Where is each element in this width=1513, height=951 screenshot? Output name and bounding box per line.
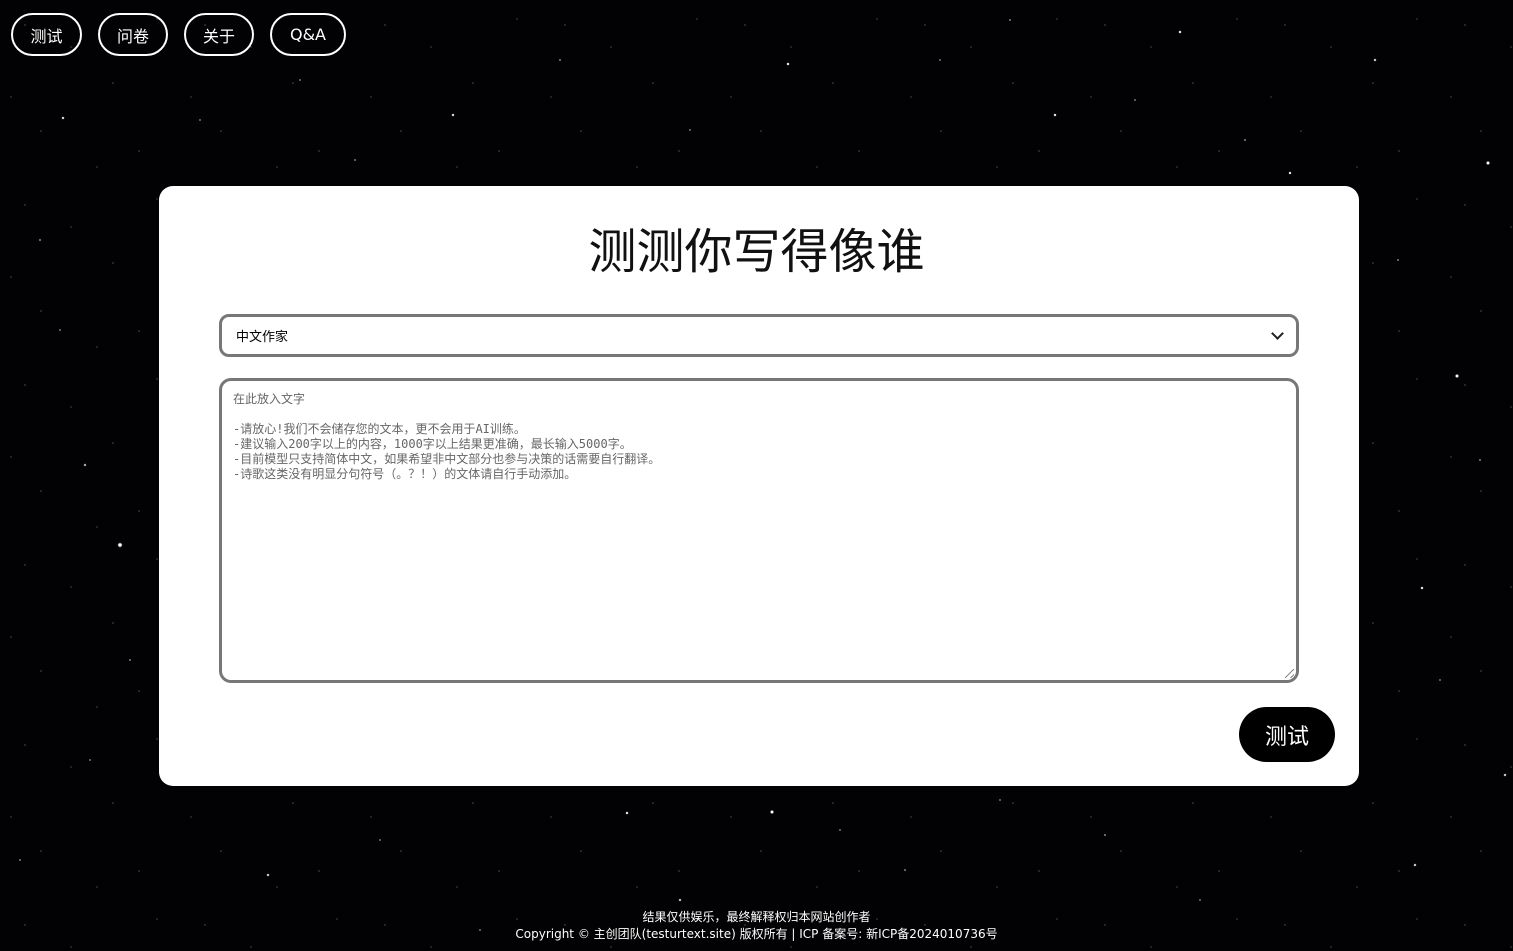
placeholder-line: -建议输入200字以上的内容，1000字以上结果更准确，最长输入5000字。 [233,437,632,451]
site-link[interactable]: testurtext.site [646,927,731,941]
placeholder-line: -诗歌这类没有明显分句符号（。？！）的文体请自行手动添加。 [233,467,577,481]
nav-test-button[interactable]: 测试 [11,13,82,56]
nav-survey-button[interactable]: 问卷 [98,13,168,56]
resize-grip-icon[interactable] [1285,669,1294,678]
submit-test-button[interactable]: 测试 [1239,707,1335,762]
footer: 结果仅供娱乐，最终解释权归本网站创作者 Copyright © 主创团队(tes… [0,909,1513,943]
nav-about-button[interactable]: 关于 [184,13,254,56]
select-value: 中文作家 [236,330,289,345]
top-nav: 测试 问卷 关于 Q&A [11,13,346,56]
copyright-suffix: ) 版权所有 | ICP 备案号: [731,927,867,941]
placeholder-line: -目前模型只支持简体中文，如果希望非中文部分也参与决策的话需要自行翻译。 [233,452,661,466]
nav-qa-button[interactable]: Q&A [270,13,346,56]
page-title: 测测你写得像谁 [588,224,925,280]
copyright-prefix: Copyright © 主创团队( [515,927,647,941]
placeholder-line [233,407,1285,422]
placeholder-line: -请放心!我们不会储存您的文本，更不会用于AI训练。 [233,422,526,436]
footer-disclaimer: 结果仅供娱乐，最终解释权归本网站创作者 [642,910,871,924]
icp-link[interactable]: 新ICP备2024010736号 [866,927,998,941]
footer-copyright: Copyright © 主创团队(testurtext.site) 版权所有 |… [0,926,1513,943]
author-category-select[interactable]: 中文作家 [219,314,1299,357]
text-input-area[interactable]: 在此放入文字 -请放心!我们不会储存您的文本，更不会用于AI训练。 -建议输入2… [219,378,1299,683]
placeholder-line: 在此放入文字 [233,392,306,406]
chevron-down-icon [1271,327,1284,340]
